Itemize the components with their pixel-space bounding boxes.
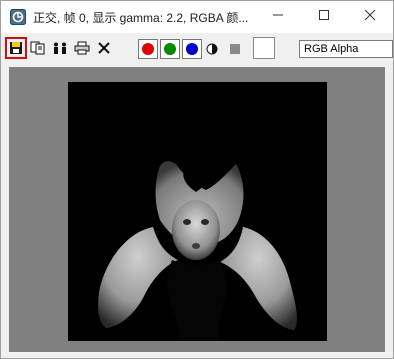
- green-channel-toggle[interactable]: [160, 39, 180, 59]
- save-image-button[interactable]: [5, 37, 27, 59]
- print-icon: [74, 41, 90, 55]
- green-dot-icon: [164, 43, 176, 55]
- clone-icon: [54, 42, 66, 54]
- monochrome-toggle-icon[interactable]: [206, 43, 218, 55]
- close-icon: [364, 9, 376, 21]
- alpha-channel-toggle[interactable]: [230, 44, 240, 54]
- clone-window-button[interactable]: [49, 37, 71, 59]
- frame-buffer-window: 正交, 帧 0, 显示 gamma: 2.2, RGBA 颜... RGB Al…: [0, 0, 394, 359]
- toolbar: RGB Alpha: [1, 33, 393, 63]
- blue-dot-icon: [186, 43, 198, 55]
- close-button[interactable]: [347, 1, 393, 33]
- copy-image-button[interactable]: [27, 37, 49, 59]
- clear-image-button[interactable]: [93, 37, 115, 59]
- red-channel-toggle[interactable]: [138, 39, 158, 59]
- render-viewport: [9, 67, 385, 352]
- save-icon: [10, 42, 22, 54]
- title-bar[interactable]: 正交, 帧 0, 显示 gamma: 2.2, RGBA 颜...: [1, 1, 393, 33]
- red-dot-icon: [142, 43, 154, 55]
- rendered-figure-image: [68, 82, 327, 341]
- clear-icon: [98, 42, 110, 54]
- color-swatch[interactable]: [253, 37, 275, 59]
- minimize-button[interactable]: [255, 1, 301, 33]
- minimize-icon: [273, 14, 283, 16]
- copy-icon: [30, 41, 45, 55]
- blue-channel-toggle[interactable]: [182, 39, 202, 59]
- maximize-icon: [319, 10, 329, 20]
- print-image-button[interactable]: [71, 37, 93, 59]
- rendered-image: [68, 82, 327, 341]
- channel-display-select[interactable]: RGB Alpha: [299, 40, 393, 58]
- app-logo-icon: [10, 9, 26, 25]
- maximize-button[interactable]: [301, 1, 347, 33]
